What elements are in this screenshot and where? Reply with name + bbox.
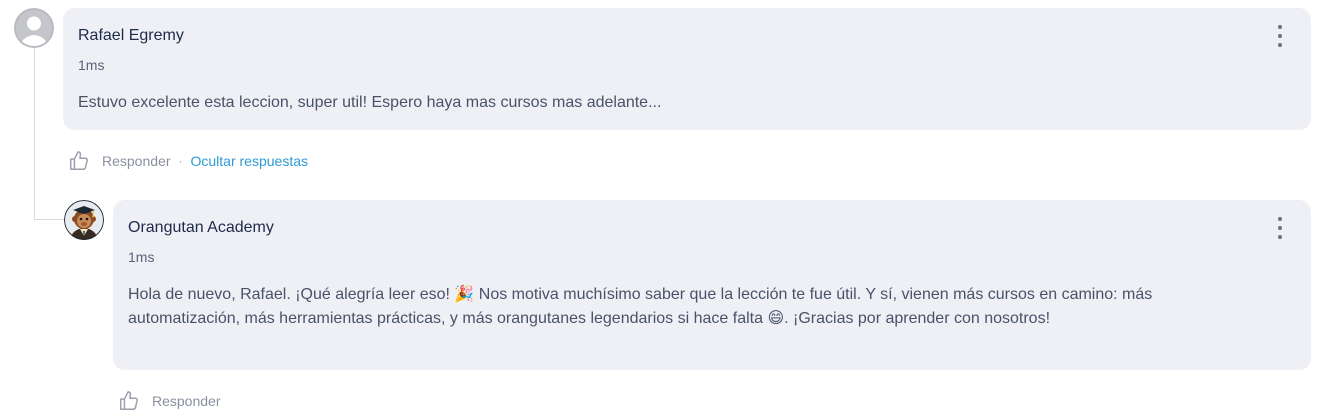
comment-timestamp: 1ms <box>78 57 105 73</box>
thread-connector <box>34 180 64 220</box>
orangutan-avatar-icon[interactable] <box>64 200 104 240</box>
thumbs-up-icon[interactable] <box>118 390 140 412</box>
comment-actions: Responder <box>118 390 221 412</box>
more-vertical-icon[interactable] <box>1272 215 1288 241</box>
comment-actions: Responder · Ocultar respuestas <box>68 150 308 172</box>
thumbs-up-icon[interactable] <box>68 150 90 172</box>
comment-author[interactable]: Rafael Egremy <box>78 27 184 45</box>
comment-body: Estuvo excelente esta leccion, super uti… <box>78 94 662 111</box>
comment-card: Orangutan Academy 1ms Hola de nuevo, Raf… <box>113 200 1311 370</box>
comment-body: Hola de nuevo, Rafael. ¡Qué alegría leer… <box>128 286 1153 327</box>
reply-button[interactable]: Responder <box>152 393 221 409</box>
comment-card: Rafael Egremy 1ms Estuvo excelente esta … <box>63 8 1311 130</box>
hide-replies-link[interactable]: Ocultar respuestas <box>191 153 309 169</box>
comment-timestamp: 1ms <box>128 249 155 265</box>
reply-button[interactable]: Responder <box>102 153 171 169</box>
action-separator: · <box>178 154 183 168</box>
default-avatar-icon[interactable] <box>14 8 54 48</box>
comment-author[interactable]: Orangutan Academy <box>128 219 274 237</box>
more-vertical-icon[interactable] <box>1272 23 1288 49</box>
